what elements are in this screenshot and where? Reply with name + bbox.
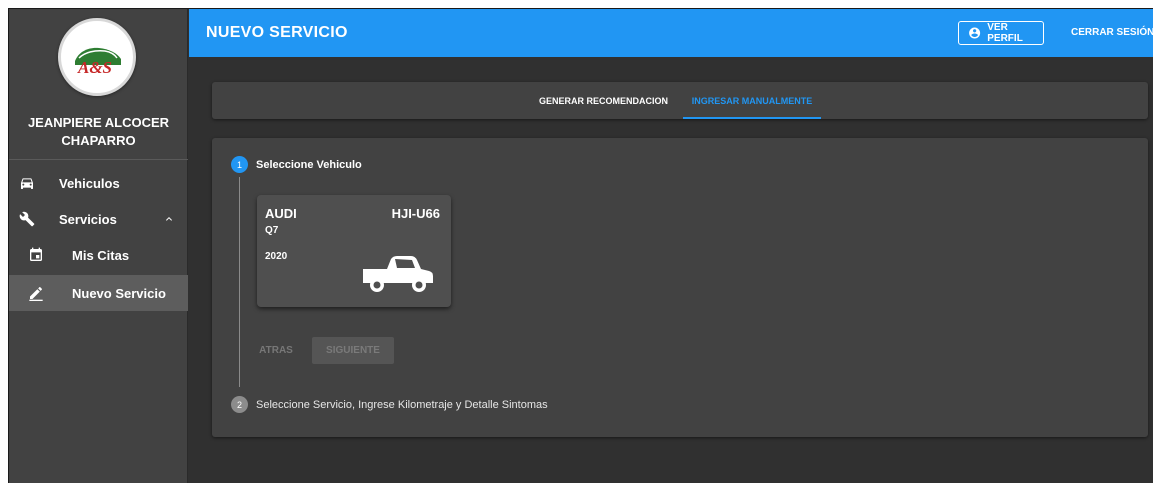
sidebar-divider bbox=[9, 159, 188, 160]
sidebar-item-label: Mis Citas bbox=[72, 247, 130, 263]
vehicle-plate: HJI-U66 bbox=[391, 206, 440, 221]
next-button[interactable]: SIGUIENTE bbox=[312, 337, 394, 364]
back-button[interactable]: ATRAS bbox=[256, 337, 296, 363]
sidebar: A&S JEANPIERE ALCOCER CHAPARRO Vehiculos… bbox=[9, 9, 188, 483]
mode-tabs: GENERAR RECOMENDACION INGRESAR MANUALMEN… bbox=[212, 82, 1148, 119]
vehicle-year: 2020 bbox=[265, 251, 288, 262]
step-1-number[interactable]: 1 bbox=[231, 156, 248, 173]
chevron-up-icon[interactable] bbox=[163, 213, 175, 225]
step-2-label[interactable]: Seleccione Servicio, Ingrese Kilometraje… bbox=[256, 399, 548, 411]
user-name-line2: CHAPARRO bbox=[61, 133, 136, 148]
view-profile-button[interactable]: VER PERFIL bbox=[958, 21, 1044, 45]
calendar-icon bbox=[30, 247, 42, 261]
vehicle-card[interactable]: AUDI HJI-U66 Q7 2020 bbox=[257, 195, 451, 307]
company-logo: A&S bbox=[58, 18, 136, 96]
user-name-line1: JEANPIERE ALCOCER bbox=[27, 115, 170, 130]
tab-ingresar-manualmente[interactable]: INGRESAR MANUALMENTE bbox=[683, 82, 821, 119]
logout-button[interactable]: CERRAR SESIÓN bbox=[1071, 27, 1153, 38]
sidebar-item-vehiculos[interactable]: Vehiculos bbox=[9, 165, 188, 201]
active-tab-indicator bbox=[683, 117, 821, 119]
app-window: A&S JEANPIERE ALCOCER CHAPARRO Vehiculos… bbox=[8, 8, 1153, 483]
page-title: NUEVO SERVICIO bbox=[206, 24, 348, 41]
tab-generar-recomendacion[interactable]: GENERAR RECOMENDACION bbox=[539, 82, 668, 119]
step-connector bbox=[239, 177, 240, 387]
sidebar-item-label: Servicios bbox=[59, 211, 117, 227]
vehicle-brand: AUDI bbox=[265, 206, 297, 221]
wrench-icon bbox=[19, 211, 35, 227]
logo-text: A&S bbox=[77, 58, 112, 77]
sidebar-item-label: Vehiculos bbox=[59, 175, 120, 191]
pickup-truck-icon bbox=[363, 256, 433, 292]
sidebar-item-mis-citas[interactable]: Mis Citas bbox=[9, 237, 188, 273]
top-app-bar: NUEVO SERVICIO VER PERFIL CERRAR SESIÓN bbox=[189, 9, 1153, 57]
account-circle-icon bbox=[969, 27, 981, 39]
car-icon bbox=[21, 178, 33, 189]
view-profile-label: VER PERFIL bbox=[987, 22, 1023, 44]
user-name: JEANPIERE ALCOCER CHAPARRO bbox=[9, 114, 188, 150]
edit-icon bbox=[29, 287, 43, 301]
sidebar-item-label: Nuevo Servicio bbox=[72, 285, 166, 301]
sidebar-item-servicios[interactable]: Servicios bbox=[9, 201, 188, 237]
service-stepper: 1 Seleccione Vehiculo AUDI HJI-U66 Q7 20… bbox=[212, 138, 1148, 437]
step-1-label[interactable]: Seleccione Vehiculo bbox=[256, 159, 362, 171]
step-2-number[interactable]: 2 bbox=[231, 396, 248, 413]
sidebar-item-nuevo-servicio[interactable]: Nuevo Servicio bbox=[9, 275, 188, 311]
vehicle-model: Q7 bbox=[265, 225, 279, 236]
